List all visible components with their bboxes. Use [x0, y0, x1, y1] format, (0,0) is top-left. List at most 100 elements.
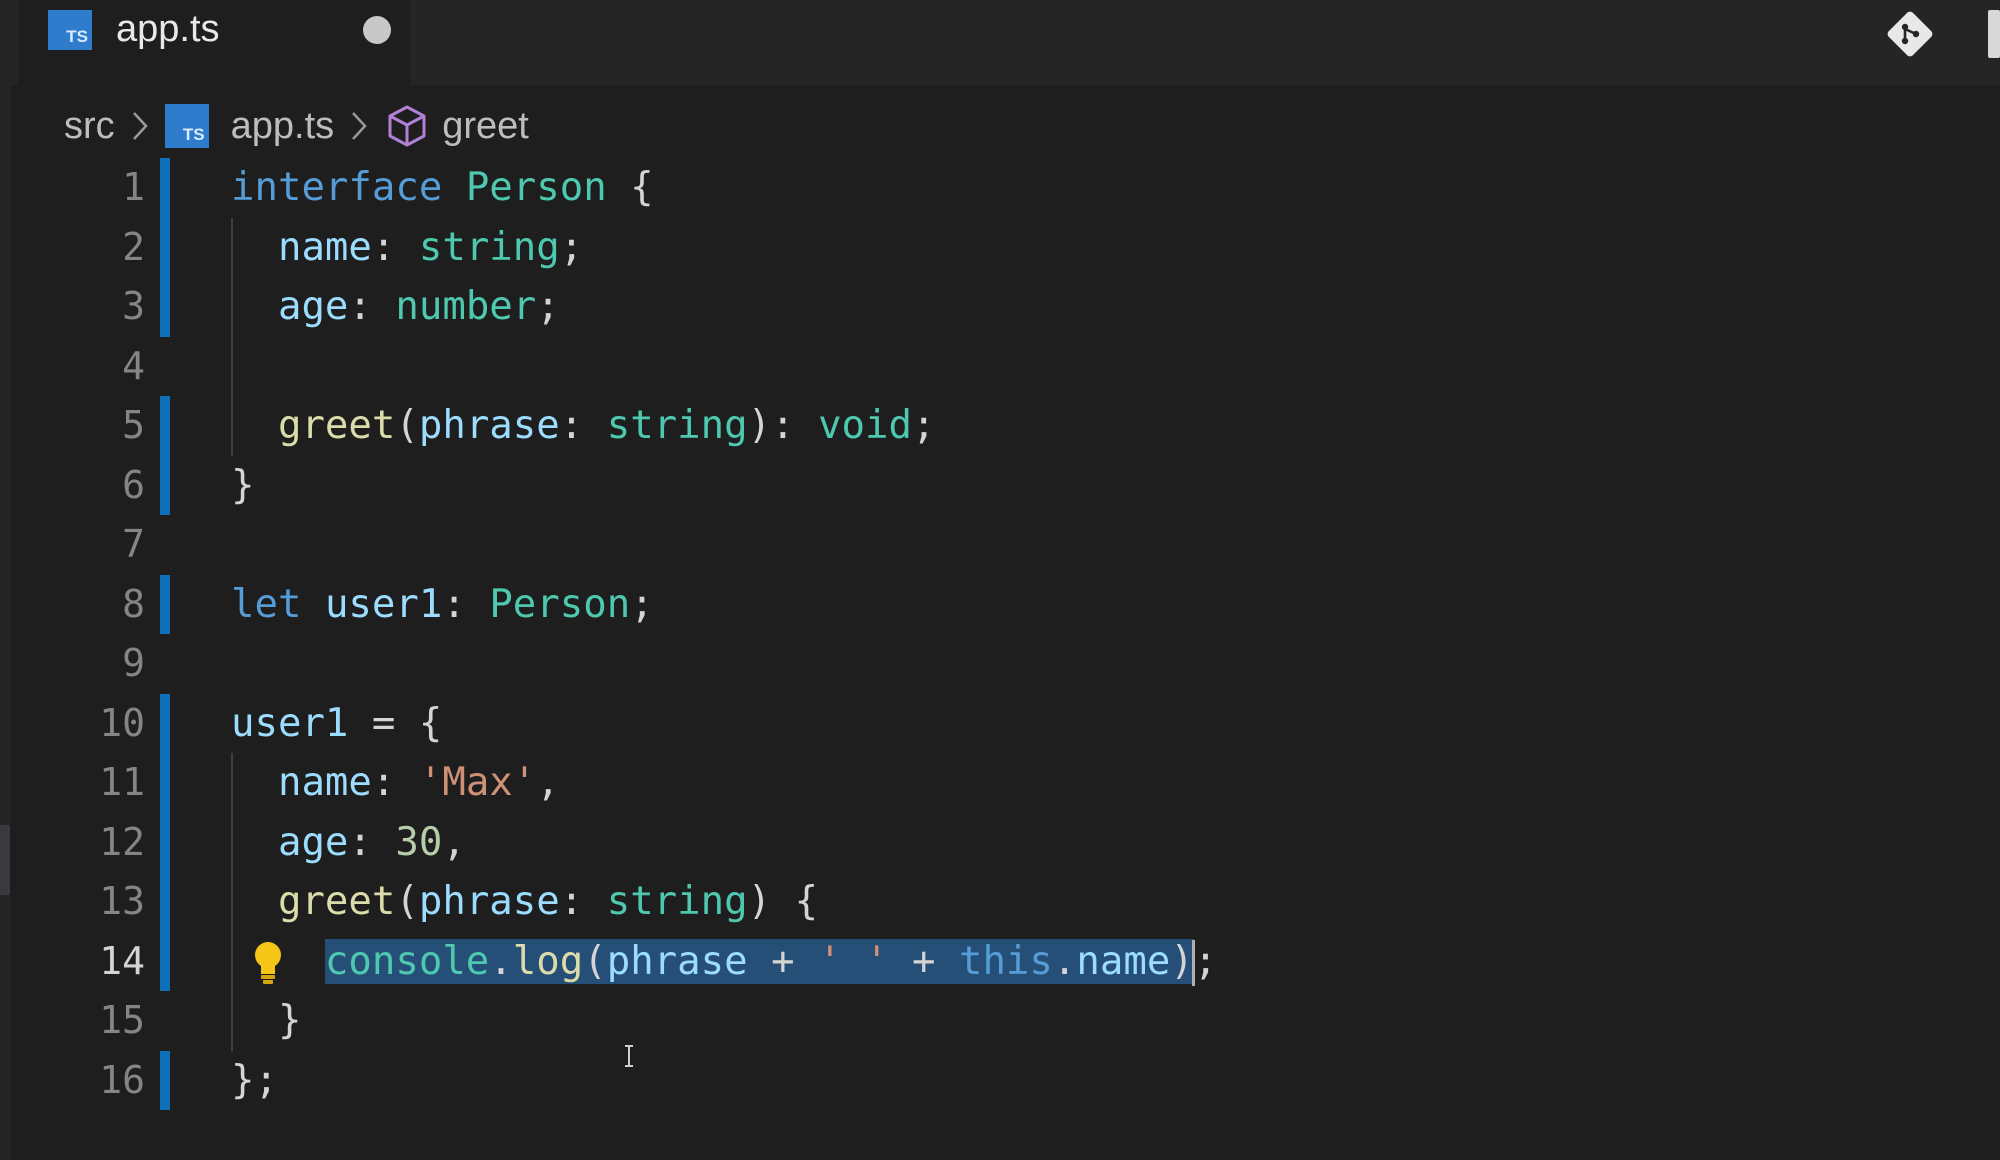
line-number: 4 [122, 343, 145, 388]
line-number: 16 [99, 1057, 145, 1102]
selected-token: console [324, 938, 490, 984]
code-text[interactable]: greet(phrase: string): void; [231, 396, 936, 456]
code-token: let [231, 581, 302, 627]
code-line[interactable]: 11 name: 'Max', [0, 753, 2000, 813]
git-modified-gutter-mark[interactable] [160, 931, 170, 991]
code-line[interactable]: 12 age: 30, [0, 812, 2000, 873]
code-token: : [371, 224, 419, 270]
code-token: age [277, 819, 349, 865]
code-token: phrase [418, 879, 560, 924]
source-control-icon[interactable] [1886, 10, 1934, 58]
line-number: 5 [122, 403, 145, 447]
git-modified-gutter-mark[interactable] [160, 812, 170, 872]
code-token: : [348, 819, 396, 865]
code-token: : [559, 403, 607, 448]
code-line[interactable]: 14 console.log(phrase + ' ' + this.name)… [0, 931, 2000, 992]
code-token: user1 [324, 581, 443, 627]
selected-token: ( [583, 938, 607, 984]
code-text[interactable]: name: 'Max', [231, 753, 560, 813]
typescript-file-icon: TS [164, 104, 209, 148]
code-line[interactable]: 13 greet(phrase: string) { [0, 872, 2000, 932]
code-line[interactable]: 8 let user1: Person; [0, 574, 2000, 635]
line-number: 15 [99, 998, 145, 1042]
selected-token: this [958, 938, 1053, 984]
code-line[interactable]: 9 [0, 634, 2000, 694]
code-text[interactable]: age: 30, [231, 813, 466, 873]
git-modified-gutter-mark[interactable] [160, 277, 170, 337]
text-cursor-icon [625, 1045, 633, 1067]
code-token: age [277, 284, 349, 329]
selected-token: ' ' [818, 938, 889, 984]
code-token: user1 [231, 700, 349, 746]
unsaved-dot-icon[interactable] [363, 16, 391, 44]
git-modified-gutter-mark[interactable] [160, 574, 170, 634]
code-text[interactable]: interface Person { [231, 158, 654, 218]
line-number: 12 [99, 819, 145, 864]
code-line[interactable]: 3 age: number; [0, 277, 2000, 337]
code-token: , [536, 760, 560, 805]
typescript-file-icon: TS [48, 10, 92, 50]
code-text[interactable]: age: number; [231, 277, 560, 337]
git-modified-gutter-mark[interactable] [160, 753, 170, 813]
code-line[interactable]: 4 [0, 336, 2000, 396]
git-modified-gutter-mark[interactable] [160, 1050, 170, 1110]
code-line[interactable]: 10 user1 = { [0, 693, 2000, 754]
code-token: ; [911, 403, 936, 448]
git-modified-gutter-mark[interactable] [160, 872, 170, 932]
git-modified-gutter-mark[interactable] [160, 396, 170, 456]
code-text[interactable]: user1 = { [231, 694, 442, 754]
line-number: 7 [122, 522, 145, 566]
code-text[interactable]: name: string; [231, 218, 583, 278]
breadcrumb-file[interactable]: app.ts [231, 105, 335, 148]
selected-token: phrase [606, 938, 748, 984]
code-token: name [277, 760, 372, 805]
split-editor-icon[interactable] [1988, 10, 2000, 58]
selected-token: ) [1170, 938, 1194, 984]
line-number: 3 [122, 284, 145, 328]
code-token: 30 [395, 819, 443, 865]
code-token: ) { [747, 879, 819, 924]
code-line[interactable]: 2 name: string; [0, 217, 2000, 278]
code-text[interactable]: } [231, 456, 254, 516]
code-text[interactable]: }; [231, 1051, 278, 1111]
tab-app-ts[interactable]: TS app.ts [18, 0, 410, 85]
git-modified-gutter-mark[interactable] [160, 217, 170, 277]
line-number: 6 [122, 462, 145, 507]
code-token: string [606, 879, 748, 924]
selected-token: log [512, 938, 584, 984]
code-token: { [606, 165, 654, 210]
indent-guide [231, 336, 233, 396]
breadcrumb-symbol[interactable]: greet [442, 105, 529, 148]
breadcrumb: src TS app.ts greet [64, 98, 529, 154]
code-line[interactable]: 16}; [0, 1050, 2000, 1111]
code-line[interactable]: 7 [0, 515, 2000, 575]
git-modified-gutter-mark[interactable] [160, 158, 170, 218]
code-token: string [418, 224, 560, 270]
code-token: Person [465, 165, 607, 210]
code-line[interactable]: 15 } [0, 991, 2000, 1051]
code-token: ; [559, 224, 584, 270]
breadcrumb-folder[interactable]: src [64, 105, 115, 148]
code-line[interactable]: 1 interface Person { [0, 158, 2000, 218]
code-line[interactable]: 5 greet(phrase: string): void; [0, 396, 2000, 456]
code-text[interactable]: let user1: Person; [231, 575, 654, 635]
selected-token: + [888, 938, 959, 984]
line-number: 1 [122, 165, 145, 209]
git-modified-gutter-mark[interactable] [160, 455, 170, 515]
line-number: 13 [99, 879, 145, 923]
code-token: }; [231, 1057, 278, 1103]
code-text[interactable]: greet(phrase: string) { [231, 872, 818, 932]
code-token: , [442, 819, 466, 865]
code-text[interactable]: console.log(phrase + ' ' + this.name); [231, 932, 1217, 992]
tab-label: app.ts [116, 8, 220, 50]
code-text[interactable]: } [231, 991, 302, 1051]
code-token: ( [395, 403, 419, 448]
git-modified-gutter-mark[interactable] [160, 693, 170, 753]
code-line[interactable]: 6} [0, 455, 2000, 516]
code-token: ; [630, 581, 654, 627]
code-token: interface [231, 165, 443, 210]
chevron-right-icon [123, 106, 157, 146]
